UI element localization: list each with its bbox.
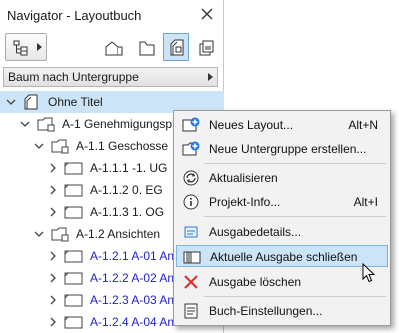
- layout-icon: [64, 206, 83, 219]
- view-map-button[interactable]: [133, 33, 159, 61]
- menu-separator: [204, 163, 386, 164]
- view-map-icon: [139, 41, 155, 56]
- close-issue-icon: [183, 251, 201, 264]
- menu-item-delete-issue[interactable]: Ausgabe löschen: [176, 271, 388, 293]
- menu-item-book-settings[interactable]: Buch-Einstellungen...: [176, 300, 388, 322]
- layout-book-icon: [170, 39, 184, 56]
- layout-icon: [64, 316, 83, 329]
- menu-item-close-current-issue[interactable]: Aktuelle Ausgabe schließen: [176, 245, 388, 267]
- chevron-down-icon[interactable]: [34, 229, 44, 239]
- menu-item-refresh[interactable]: Aktualisieren: [176, 167, 388, 189]
- subset-folder-icon: [51, 139, 69, 154]
- chevron-right-icon[interactable]: [48, 185, 58, 195]
- chevron-down-icon[interactable]: [20, 119, 30, 129]
- menu-item-new-layout[interactable]: Neues Layout... Alt+N: [176, 114, 388, 136]
- layout-icon: [64, 294, 83, 307]
- chevron-right-icon[interactable]: [48, 207, 58, 217]
- subset-folder-icon: [37, 117, 55, 132]
- subset-folder-icon: [51, 227, 69, 242]
- view-select-value: Baum nach Untergruppe: [8, 70, 139, 84]
- tree-item-label: A-1.1 Geschosse: [76, 139, 169, 153]
- menu-item-project-info[interactable]: Projekt-Info... Alt+I: [176, 191, 388, 213]
- project-map-icon: [105, 41, 123, 56]
- menu-item-label: Ausgabedetails...: [209, 225, 302, 239]
- layout-icon: [64, 162, 83, 175]
- tree-menu-icon: [13, 40, 28, 56]
- chevron-right-icon: [37, 43, 42, 51]
- tree-item-label: A-1.1.3 1. OG: [90, 205, 165, 219]
- layout-book-icon: [24, 94, 38, 110]
- menu-item-label: Aktualisieren: [209, 171, 278, 185]
- menu-separator: [204, 216, 386, 217]
- navigator-menu-button[interactable]: [5, 33, 47, 61]
- delete-icon: [184, 275, 198, 289]
- layout-icon: [64, 272, 83, 285]
- book-settings-icon: [184, 303, 198, 319]
- menu-item-label: Aktuelle Ausgabe schließen: [210, 250, 358, 264]
- context-menu: Neues Layout... Alt+N Neue Untergruppe e…: [173, 110, 391, 326]
- project-map-button[interactable]: [100, 33, 126, 61]
- window-title: Navigator - Layoutbuch: [7, 7, 142, 23]
- mouse-cursor-icon: [362, 263, 376, 283]
- refresh-icon: [183, 170, 199, 186]
- view-select[interactable]: Baum nach Untergruppe: [3, 67, 218, 87]
- menu-item-output-details[interactable]: Ausgabedetails...: [176, 221, 388, 243]
- chevron-right-icon[interactable]: [48, 251, 58, 261]
- chevron-down-icon[interactable]: [34, 141, 44, 151]
- output-details-icon: [184, 226, 198, 238]
- publisher-sets-button[interactable]: [193, 33, 219, 61]
- info-icon: [183, 194, 199, 210]
- layout-book-button[interactable]: [163, 33, 189, 61]
- tree-item-label: A-1 Genehmigungsplan: [62, 117, 189, 131]
- chevron-right-icon[interactable]: [48, 163, 58, 173]
- tree-item-label: A-1.2 Ansichten: [76, 227, 161, 241]
- chevron-right-icon[interactable]: [48, 273, 58, 283]
- menu-item-label: Neues Layout...: [209, 118, 294, 132]
- title-bar: Navigator - Layoutbuch: [0, 0, 223, 30]
- menu-item-shortcut: Alt+I: [353, 195, 378, 209]
- chevron-right-icon[interactable]: [48, 317, 58, 327]
- menu-item-label: Neue Untergruppe erstellen...: [209, 142, 367, 156]
- menu-item-label: Projekt-Info...: [209, 195, 281, 209]
- chevron-right-icon: [208, 73, 213, 81]
- new-layout-icon: [182, 117, 200, 132]
- menu-item-label: Buch-Einstellungen...: [209, 304, 323, 318]
- navigator-toolbar: [0, 33, 224, 63]
- menu-separator: [204, 296, 386, 297]
- chevron-down-icon[interactable]: [6, 97, 16, 107]
- close-icon[interactable]: [199, 6, 215, 22]
- menu-item-shortcut: Alt+N: [348, 118, 378, 132]
- chevron-right-icon[interactable]: [48, 295, 58, 305]
- tree-item-label: A-1.1.1 -1. UG: [90, 161, 168, 175]
- menu-item-label: Ausgabe löschen: [209, 275, 302, 289]
- tree-item-label: A-1.1.2 0. EG: [90, 183, 163, 197]
- new-subset-icon: [182, 141, 200, 156]
- tree-item-label: Ohne Titel: [48, 95, 103, 109]
- layout-icon: [64, 184, 83, 197]
- layout-icon: [64, 250, 83, 263]
- publisher-sets-icon: [199, 40, 214, 56]
- menu-item-new-subset[interactable]: Neue Untergruppe erstellen...: [176, 138, 388, 160]
